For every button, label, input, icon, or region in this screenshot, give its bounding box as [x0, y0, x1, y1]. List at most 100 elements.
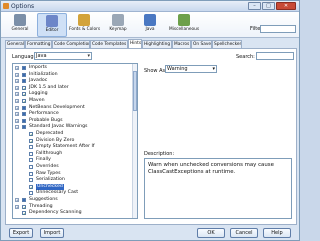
collapse-icon[interactable]: −: [15, 125, 19, 130]
hint-checkbox[interactable]: [29, 178, 33, 183]
tab-spellchecker[interactable]: Spellchecker: [212, 40, 242, 48]
tree-row[interactable]: ✓ Dependency Scanning: [13, 210, 131, 217]
expand-icon[interactable]: +: [15, 112, 19, 117]
expand-icon[interactable]: +: [15, 99, 19, 103]
hints-tree[interactable]: + Imports + Initialization + Javadoc + ✓ JDK 1.5…: [12, 63, 138, 219]
tree-item-label: Logging: [29, 91, 48, 97]
hint-checkbox[interactable]: ✓: [22, 204, 26, 209]
tree-row[interactable]: Overrides: [13, 164, 131, 171]
hint-checkbox[interactable]: ✓: [22, 92, 26, 97]
scrollbar-thumb[interactable]: [133, 71, 137, 111]
search-input[interactable]: [256, 52, 294, 60]
hint-checkbox[interactable]: [22, 105, 26, 110]
hint-checkbox[interactable]: [22, 72, 26, 77]
expand-icon[interactable]: +: [15, 204, 19, 209]
tab-code-templates[interactable]: Code Templates: [90, 40, 128, 48]
category-label: General: [11, 27, 29, 32]
import-button[interactable]: Import: [40, 228, 64, 238]
category-label: Java: [145, 27, 155, 32]
tree-row[interactable]: + Performance: [13, 111, 131, 118]
category-label: Keymap: [109, 27, 127, 32]
hint-checkbox[interactable]: [29, 158, 33, 163]
category-fonts-colors[interactable]: Fonts & Colors: [69, 13, 100, 37]
hint-checkbox[interactable]: [22, 79, 26, 84]
tab-general[interactable]: General: [5, 40, 25, 48]
tab-code-completion[interactable]: Code Completion: [52, 40, 90, 48]
tab-formatting[interactable]: Formatting: [25, 40, 52, 48]
expand-icon[interactable]: +: [15, 118, 19, 123]
fonts-colors-icon: [78, 14, 90, 26]
hint-checkbox[interactable]: ✓: [29, 184, 33, 189]
miscellaneous-icon: [178, 14, 190, 26]
hint-checkbox[interactable]: ✓: [29, 132, 33, 136]
tab-macros[interactable]: Macros: [172, 40, 191, 48]
category-java[interactable]: Java: [135, 13, 165, 37]
help-button[interactable]: Help: [263, 228, 291, 238]
hints-panel: Language: Java Search: +Imports+Initiali…: [5, 48, 297, 225]
export-button[interactable]: Export: [9, 228, 33, 238]
tree-row[interactable]: + ✓ Logging: [13, 91, 131, 98]
hint-checkbox[interactable]: [29, 171, 33, 176]
expand-icon[interactable]: +: [15, 85, 19, 90]
hint-checkbox[interactable]: ✓: [22, 85, 26, 90]
minimize-button[interactable]: –: [248, 2, 261, 10]
hint-checkbox[interactable]: [29, 145, 33, 150]
expand-icon[interactable]: +: [15, 79, 19, 84]
hint-checkbox[interactable]: [22, 66, 26, 70]
hint-checkbox[interactable]: ✓: [22, 99, 26, 103]
hint-checkbox[interactable]: [22, 118, 26, 123]
category-keymap[interactable]: Keymap: [103, 13, 133, 37]
category-miscellaneous[interactable]: Miscellaneous: [167, 13, 201, 37]
description-line: Warn when unchecked conversions may caus…: [148, 162, 274, 168]
tree-row[interactable]: Unnecessary Cast: [13, 190, 131, 197]
hint-checkbox[interactable]: [29, 165, 33, 169]
show-as-select[interactable]: Warning: [165, 65, 217, 73]
tree-row[interactable]: Fallthrough: [13, 151, 131, 158]
tab-hints[interactable]: Hints: [128, 39, 142, 48]
tree-row[interactable]: + Javadoc: [13, 78, 131, 85]
expand-icon[interactable]: +: [15, 198, 19, 202]
tree-item-label: Maven: [29, 98, 45, 103]
tree-item-label: Suggestions: [29, 197, 58, 202]
category-editor[interactable]: Editor: [37, 13, 67, 37]
language-select[interactable]: Java: [34, 52, 92, 60]
tab-on-save[interactable]: On Save: [191, 40, 212, 48]
hint-checkbox[interactable]: [22, 125, 26, 130]
hint-checkbox[interactable]: ✓: [29, 138, 33, 143]
tree-row[interactable]: Finally: [13, 157, 131, 164]
hint-checkbox[interactable]: [29, 151, 33, 156]
tree-row[interactable]: + Imports: [13, 65, 131, 72]
cancel-button[interactable]: Cancel: [230, 228, 258, 238]
expand-icon[interactable]: +: [15, 105, 19, 110]
tree-item-label: Javadoc: [29, 78, 48, 84]
tree-item-label: Deprecated: [36, 131, 64, 136]
tree-scrollbar[interactable]: [132, 64, 137, 218]
tree-row[interactable]: + ✓ Maven: [13, 98, 131, 105]
java-icon: [144, 14, 156, 26]
description-box: Warn when unchecked conversions may caus…: [144, 158, 292, 219]
expand-icon[interactable]: +: [15, 72, 19, 77]
maximize-button[interactable]: □: [262, 2, 275, 10]
tree-row[interactable]: − Standard Javac Warnings: [13, 124, 131, 131]
tree-row[interactable]: ✓ Deprecated: [13, 131, 131, 138]
app-icon: [3, 3, 9, 9]
expand-icon[interactable]: +: [15, 66, 19, 70]
tree-item-label: Standard Javac Warnings: [29, 124, 88, 130]
expand-icon[interactable]: +: [15, 92, 19, 97]
tree-row[interactable]: Serialization: [13, 177, 131, 184]
filter-input[interactable]: [260, 25, 296, 33]
hint-checkbox[interactable]: [29, 191, 33, 196]
ok-button[interactable]: OK: [197, 228, 225, 238]
tree-row[interactable]: Raw Types: [13, 171, 131, 178]
tree-row[interactable]: Empty Statement After If: [13, 144, 131, 151]
hint-checkbox[interactable]: [22, 198, 26, 202]
tree-row[interactable]: + Suggestions: [13, 197, 131, 204]
hint-checkbox[interactable]: ✓: [22, 211, 26, 216]
hint-checkbox[interactable]: [22, 112, 26, 117]
editor-tab-strip: General Formatting Code Completion Code …: [5, 39, 297, 48]
tab-highlighting[interactable]: Highlighting: [142, 40, 172, 48]
category-general[interactable]: General: [5, 13, 35, 37]
editor-icon: [46, 15, 58, 27]
close-button[interactable]: ✕: [276, 2, 296, 10]
tree-item-label: Imports: [29, 65, 47, 70]
